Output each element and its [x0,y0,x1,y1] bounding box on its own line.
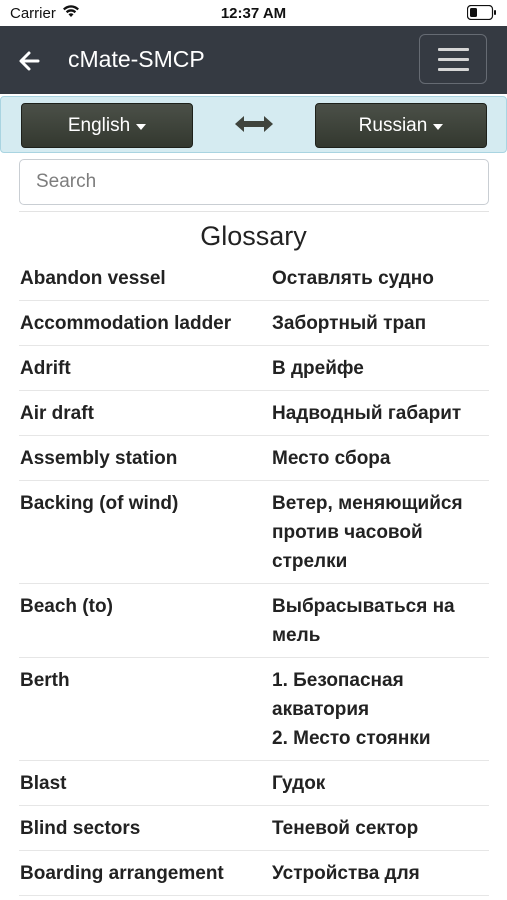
glossary-term-english: Boarding arrangement [20,863,224,884]
glossary-term-english: Blind sectors [20,818,141,839]
caret-down-icon [136,123,147,130]
glossary-term-english: Blast [20,773,67,794]
status-bar: Carrier 12:37 AM [0,0,507,26]
glossary-term-russian: 1. Безопасная акватория 2. Место стоянки [272,670,431,749]
glossary-term-russian: Выбрасываться на мель [272,596,455,646]
glossary-row[interactable]: Assembly station Место сбора [19,436,489,481]
clock: 12:37 AM [220,5,287,22]
glossary-term-english: Air draft [20,403,94,424]
glossary-row[interactable]: Beach (to) Выбрасываться на мель [19,584,489,658]
glossary-term-russian: Оставлять судно [272,268,434,289]
glossary-row[interactable]: Adrift В дрейфе [19,346,489,391]
glossary-term-russian: Забортный трап [272,313,427,334]
glossary-term-english: Beach (to) [20,596,113,617]
glossary-term-english: Backing (of wind) [20,493,179,514]
glossary-list: Abandon vessel Оставлять судно Accommodati… [19,256,489,896]
hamburger-icon-middle [438,58,469,61]
glossary-term-english: Accommodation ladder [20,313,232,334]
glossary-term-russian: Надводный габарит [272,403,462,424]
hamburger-icon [438,48,469,51]
glossary-term-russian: Теневой сектор [272,818,419,839]
search-input[interactable] [19,159,489,205]
hamburger-icon-bottom [438,68,469,71]
glossary-row[interactable]: Accommodation ladder Забортный трап [19,301,489,346]
glossary-term-russian: Гудок [272,773,326,794]
glossary-term-russian: Ветер, меняющийся против часовой стрелки [272,493,463,572]
source-language-dropdown[interactable]: English [21,103,193,148]
glossary-row[interactable]: Air draft Надводный габарит [19,391,489,436]
caret-down-icon [433,123,444,130]
hamburger-menu-button[interactable] [419,34,487,84]
glossary-row[interactable]: Boarding arrangement Устройства для [19,851,489,896]
glossary-term-english: Assembly station [20,448,178,469]
divider [19,211,489,212]
target-language-dropdown[interactable]: Russian [315,103,487,148]
glossary-term-english: Berth [20,670,70,691]
glossary-term-russian: Устройства для [272,863,420,884]
swap-languages-icon[interactable] [233,111,275,137]
target-language-label: Russian [358,114,428,136]
glossary-row[interactable]: Berth 1. Безопасная акватория 2. Место сто… [19,658,489,761]
app-title: cMate-SMCP [68,46,205,72]
glossary-row[interactable]: Blast Гудок [19,761,489,806]
glossary-row[interactable]: Blind sectors Теневой сектор [19,806,489,851]
language-selector-bar: English Russian [0,96,507,153]
glossary-term-english: Adrift [20,358,71,379]
battery-icon [467,5,496,20]
glossary-row[interactable]: Backing (of wind) Ветер, меняющийся проти… [19,481,489,584]
source-language-label: English [67,114,131,136]
glossary-term-russian: Место сбора [272,448,391,469]
glossary-term-russian: В дрейфе [272,358,364,379]
app-bar: cMate-SMCP [0,26,507,94]
glossary-row[interactable]: Abandon vessel Оставлять судно [19,256,489,301]
page-title: Glossary [200,221,307,251]
glossary-term-english: Abandon vessel [20,268,166,289]
back-arrow-icon[interactable] [16,48,42,74]
